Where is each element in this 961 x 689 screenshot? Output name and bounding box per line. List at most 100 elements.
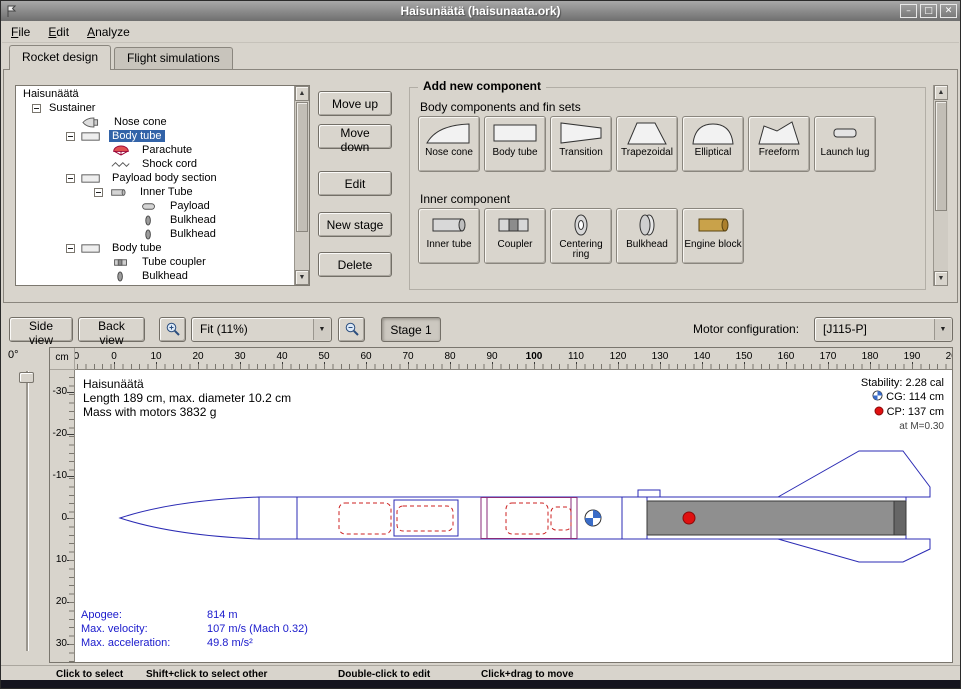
add-engine-block-button[interactable]: Engine block <box>682 208 744 264</box>
stage-1-button[interactable]: Stage 1 <box>381 317 441 342</box>
tree-item[interactable]: Bulkhead <box>16 213 294 227</box>
ruler-label: 170 <box>816 351 840 362</box>
scroll-down-icon[interactable]: ▼ <box>934 271 948 286</box>
expander-icon[interactable] <box>66 132 75 141</box>
tree-item[interactable]: Bulkhead <box>16 269 294 283</box>
tree-item-label: Bulkhead <box>139 270 191 282</box>
add-body-tube-button[interactable]: Body tube <box>484 116 546 172</box>
add-trapezoidal-fin-button[interactable]: Trapezoidal <box>616 116 678 172</box>
tree-item[interactable]: Payload <box>16 199 294 213</box>
tree-item[interactable]: Body tube <box>16 241 294 255</box>
transition-icon <box>557 120 605 146</box>
ruler-tick <box>114 362 115 369</box>
add-launch-lug-button[interactable]: Launch lug <box>814 116 876 172</box>
chevron-down-icon[interactable]: ▼ <box>313 319 330 340</box>
tree-item[interactable]: Shock cord <box>16 157 294 171</box>
scroll-down-icon[interactable]: ▼ <box>295 270 309 285</box>
tree-item[interactable]: Payload body section <box>16 171 294 185</box>
tree-item[interactable]: Sustainer <box>16 101 294 115</box>
add-transition-button[interactable]: Transition <box>550 116 612 172</box>
tree-item[interactable]: Parachute <box>16 143 294 157</box>
add-coupler-button[interactable]: Coupler <box>484 208 546 264</box>
tree-item-label: Bulkhead <box>167 214 219 226</box>
tree-scrollbar[interactable]: ▲ ▼ <box>294 86 309 285</box>
cg-icon <box>872 392 883 404</box>
ruler-tick <box>67 518 74 519</box>
back-view-button[interactable]: Back view <box>78 317 145 342</box>
expander-icon[interactable] <box>32 104 41 113</box>
scroll-up-icon[interactable]: ▲ <box>295 86 309 101</box>
ruler-tick <box>198 362 199 369</box>
tree-item[interactable]: Inner Tube <box>16 185 294 199</box>
add-bulkhead-button[interactable]: Bulkhead <box>616 208 678 264</box>
move-up-button[interactable]: Move up <box>318 91 392 116</box>
cp-label: CP: <box>887 406 905 418</box>
expander-icon[interactable] <box>94 188 103 197</box>
menu-item-edit[interactable]: Edit <box>39 23 78 41</box>
rotation-slider-track[interactable] <box>26 371 28 651</box>
menu-item-file[interactable]: File <box>2 23 39 41</box>
ruler-tick <box>702 362 703 369</box>
flight-stat-row: Max. velocity:107 m/s (Mach 0.32) <box>81 622 308 636</box>
zoom-out-button[interactable] <box>338 317 365 342</box>
scroll-up-icon[interactable]: ▲ <box>934 85 948 100</box>
panel-scrollbar[interactable]: ▲ ▼ <box>933 85 948 286</box>
add-freeform-fin-button[interactable]: Freeform <box>748 116 810 172</box>
menu-item-analyze[interactable]: Analyze <box>78 23 139 41</box>
add-nose-cone-button[interactable]: Nose cone <box>418 116 480 172</box>
ruler-label: -30 <box>53 386 67 398</box>
tree-item[interactable]: Bulkhead <box>16 227 294 241</box>
cp-value: 137 cm <box>908 406 944 418</box>
component-button-label: Transition <box>559 148 603 158</box>
ruler-tick <box>744 362 745 369</box>
ruler-label: -20 <box>53 428 67 440</box>
edit-button[interactable]: Edit <box>318 171 392 196</box>
move-down-button[interactable]: Move down <box>318 124 392 149</box>
tree-item-label: Haisunäätä <box>20 88 82 100</box>
scrollbar-thumb[interactable] <box>296 102 308 232</box>
tab-rocket-design[interactable]: Rocket design <box>9 45 111 70</box>
close-button[interactable]: ✕ <box>940 4 957 18</box>
zoom-select[interactable]: Fit (11%) ▼ <box>191 317 332 342</box>
application-window: Haisunäätä (haisunaata.ork) – □ ✕ FileEd… <box>0 0 961 689</box>
bulkhead-icon <box>110 270 136 282</box>
stability-label: Stability: <box>861 377 903 389</box>
add-inner-tube-button[interactable]: Inner tube <box>418 208 480 264</box>
expander-icon[interactable] <box>66 174 75 183</box>
tab-flight-simulations[interactable]: Flight simulations <box>114 47 233 69</box>
tree-item[interactable]: Haisunäätä <box>16 87 294 101</box>
tree-item-label: Inner Tube <box>137 186 196 198</box>
chevron-down-icon[interactable]: ▼ <box>934 319 951 340</box>
component-group-label: Inner component <box>420 192 510 206</box>
tree-item[interactable]: Body tube <box>16 129 294 143</box>
motor-configuration-select[interactable]: [J115-P] ▼ <box>814 317 953 342</box>
scrollbar-thumb[interactable] <box>935 101 947 211</box>
add-elliptical-fin-button[interactable]: Elliptical <box>682 116 744 172</box>
component-button-label: Freeform <box>759 148 800 158</box>
zoom-in-button[interactable] <box>159 317 186 342</box>
ruler-tick <box>366 362 367 369</box>
side-view-button[interactable]: Side view <box>9 317 73 342</box>
new-stage-button[interactable]: New stage <box>318 212 392 237</box>
ruler-tick <box>156 362 157 369</box>
maximize-button[interactable]: □ <box>920 4 937 18</box>
stability-value: 2.28 cal <box>905 377 944 389</box>
minimize-button[interactable]: – <box>900 4 917 18</box>
rotation-slider-handle[interactable] <box>19 372 34 383</box>
elliptical-fin-icon <box>689 120 737 146</box>
tree-item[interactable]: Nose cone <box>16 115 294 129</box>
ruler-label: 80 <box>438 351 462 362</box>
ruler-label: 20 <box>186 351 210 362</box>
ruler-label: 120 <box>606 351 630 362</box>
coupler-icon <box>110 256 136 268</box>
component-tree-pane: HaisunäätäSustainerNose coneBody tubePar… <box>15 85 310 286</box>
ruler-label: 70 <box>396 351 420 362</box>
add-centering-ring-button[interactable]: Centering ring <box>550 208 612 264</box>
expander-icon[interactable] <box>66 244 75 253</box>
title-bar[interactable]: Haisunäätä (haisunaata.ork) – □ ✕ <box>1 1 960 21</box>
delete-button[interactable]: Delete <box>318 252 392 277</box>
rocket-canvas[interactable]: Haisunäätä Length 189 cm, max. diameter … <box>75 370 952 662</box>
tree-item[interactable]: Tube coupler <box>16 255 294 269</box>
rocket-name: Haisunäätä <box>83 377 291 391</box>
add-component-title: Add new component <box>418 79 546 93</box>
